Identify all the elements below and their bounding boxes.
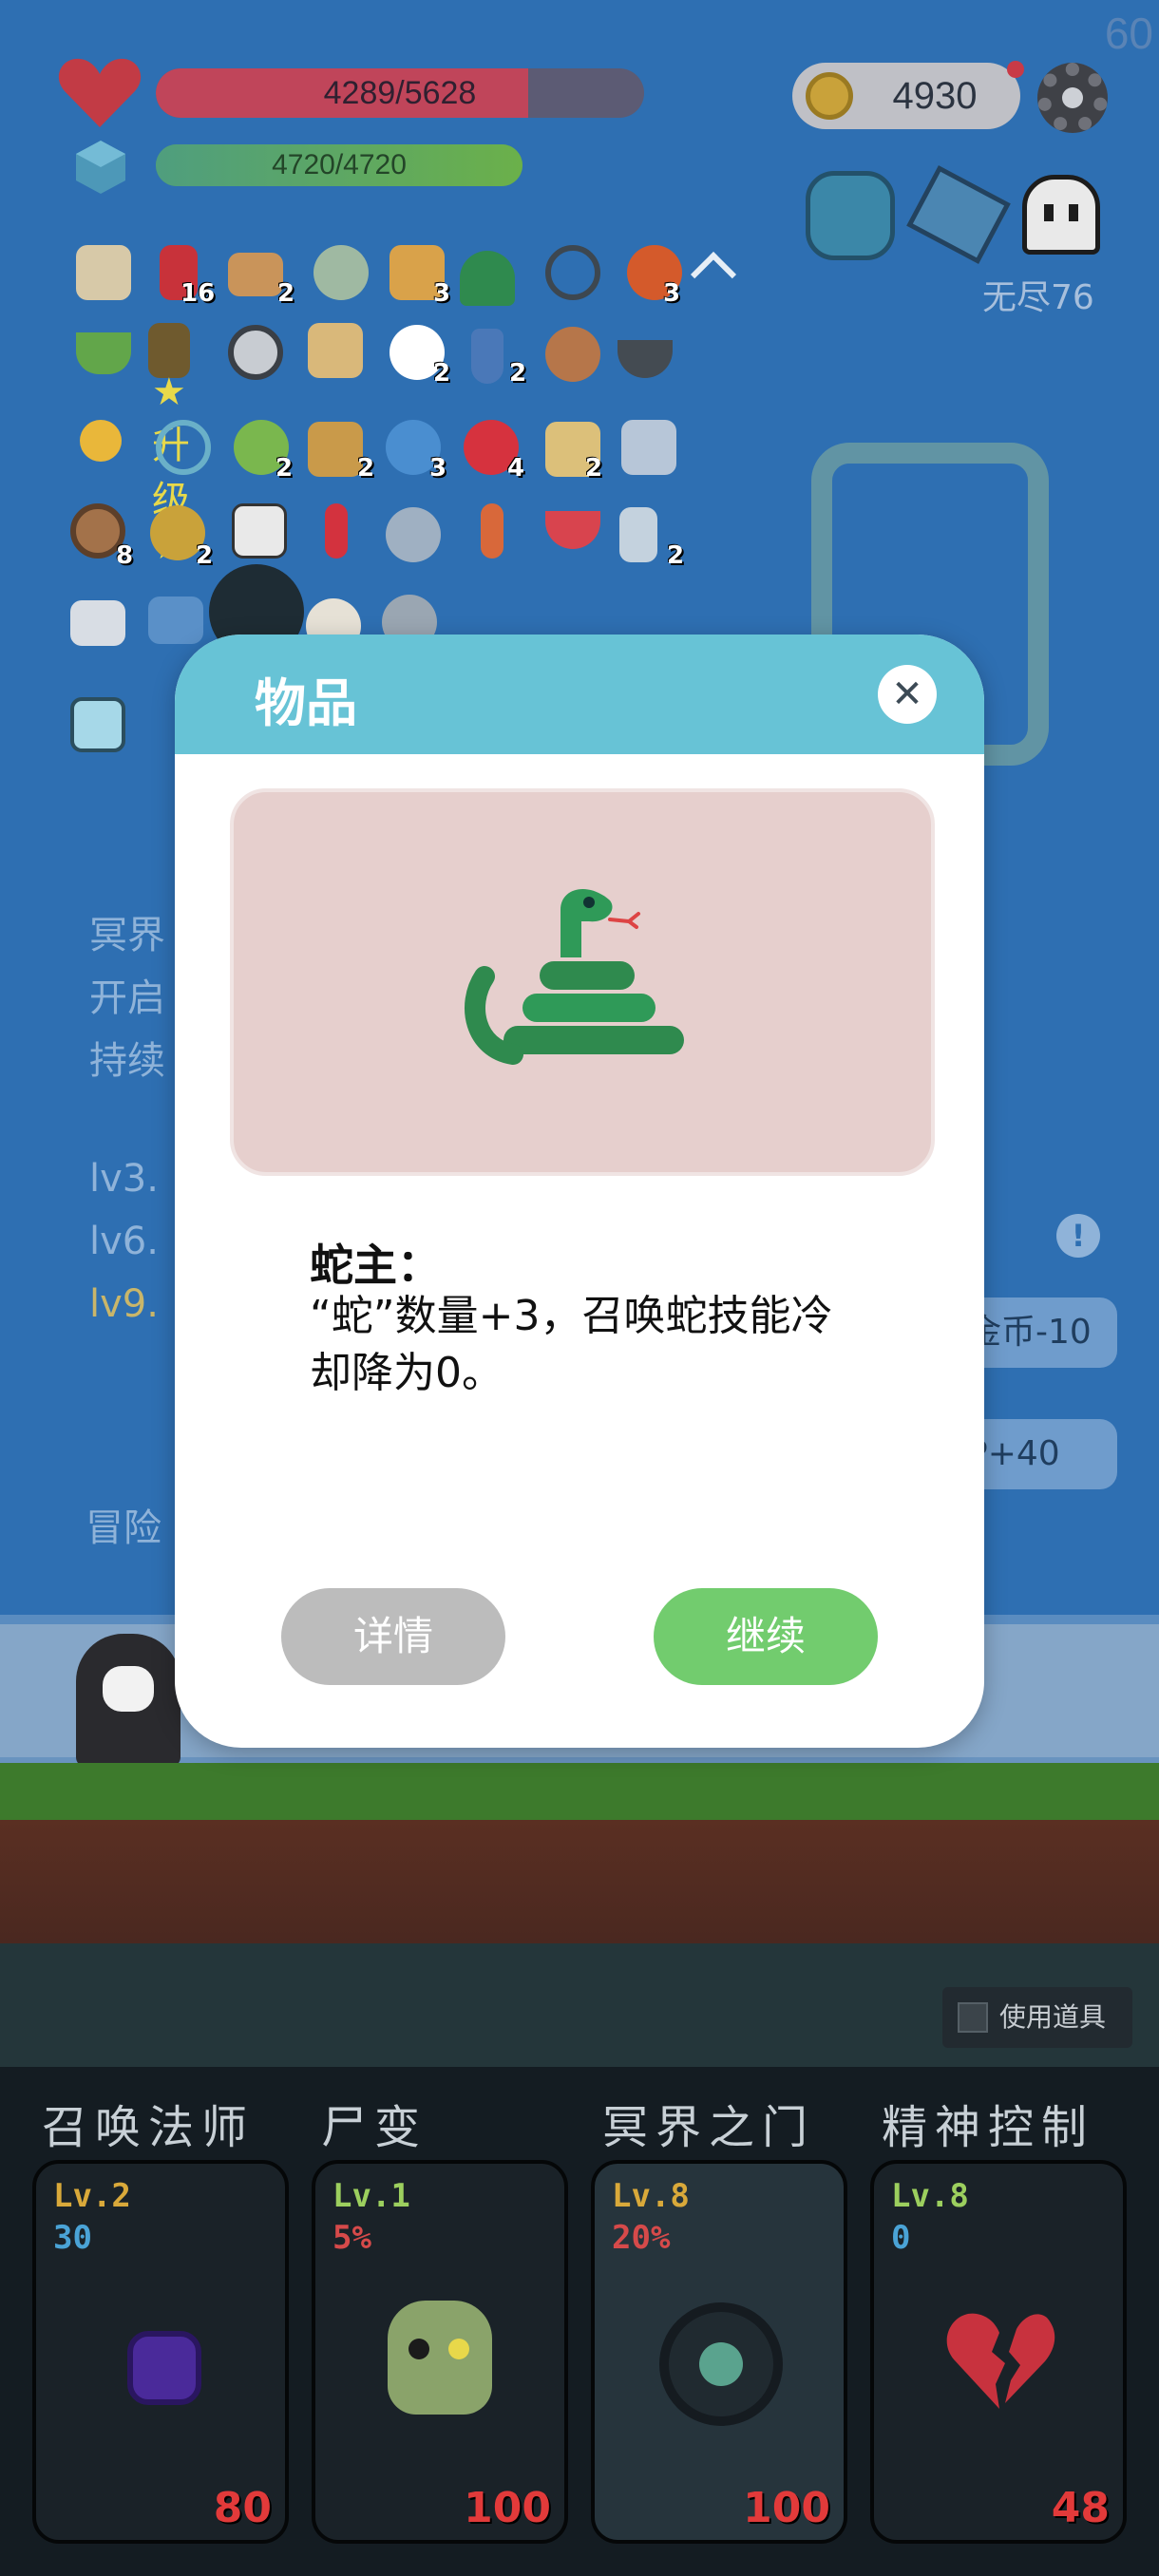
- item-description: “蛇”数量+3，召唤蛇技能冷却降为0。: [310, 1292, 833, 1397]
- item-name: 蛇主：: [310, 1240, 441, 1291]
- modal-header: 物品 ✕: [175, 635, 984, 754]
- item-modal: 物品 ✕ 蛇主： “蛇”数量+3，召唤蛇技能冷却降为0。 详情 继续: [175, 635, 984, 1748]
- modal-title: 物品: [255, 673, 357, 733]
- details-button[interactable]: 详情: [281, 1588, 505, 1685]
- continue-button[interactable]: 继续: [654, 1588, 878, 1685]
- close-icon[interactable]: ✕: [878, 665, 937, 724]
- snake-icon: [465, 888, 684, 1065]
- game-screen: 60 4289/5628 4720/4720 4930 无尽76 16 2 3 …: [0, 0, 1159, 2576]
- item-preview: [230, 788, 935, 1176]
